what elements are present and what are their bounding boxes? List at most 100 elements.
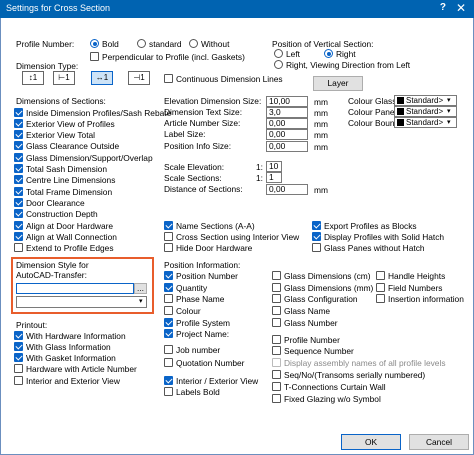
article-number-size-input[interactable]: 0,00 — [266, 118, 308, 129]
handle-heights-checkbox[interactable] — [376, 271, 385, 280]
dim-checkbox-glass-dimension[interactable] — [14, 153, 23, 162]
pos-quotation-checkbox[interactable] — [164, 358, 173, 367]
dim-checkbox-align-door[interactable] — [14, 221, 23, 230]
vertical-right-radio[interactable] — [324, 49, 333, 58]
pos-labels-bold-checkbox[interactable] — [164, 387, 173, 396]
vertical-left-label: Left — [286, 49, 300, 59]
colour-glass-value: Standard> — [406, 96, 444, 105]
export-blocks-checkbox[interactable] — [312, 221, 321, 230]
dimension-type-right-button[interactable]: ⊣1 — [128, 71, 150, 85]
pos-colour-checkbox[interactable] — [164, 306, 173, 315]
colour-boundary-value: Standard> — [406, 118, 444, 127]
sequence-number-checkbox[interactable] — [272, 346, 281, 355]
name-sections-checkbox[interactable] — [164, 221, 173, 230]
dim-checkbox-total-frame[interactable] — [14, 187, 23, 196]
dimension-type-left-button[interactable]: ⊢1 — [53, 71, 75, 85]
colour-boundary-dropdown[interactable]: Standard> ▾ — [394, 117, 457, 128]
display-assembly-checkbox[interactable] — [272, 358, 281, 367]
seq-no-transoms-checkbox[interactable] — [272, 370, 281, 379]
dim-checkbox-centre-line[interactable] — [14, 175, 23, 184]
ok-button[interactable]: OK — [341, 434, 401, 450]
dim-label-extend-edges: Extend to Profile Edges — [26, 243, 114, 253]
pos-interior-exterior-checkbox[interactable] — [164, 376, 173, 385]
perpendicular-checkbox[interactable] — [90, 52, 99, 61]
article-number-size-label: Article Number Size: — [164, 118, 241, 128]
printout-gasket-checkbox[interactable] — [14, 353, 23, 362]
fixed-glazing-checkbox[interactable] — [272, 394, 281, 403]
glass-number-checkbox[interactable] — [272, 318, 281, 327]
dim-label-door-clearance: Door Clearance — [26, 198, 85, 208]
pos-profile-system-label: Profile System — [176, 318, 230, 328]
distance-of-sections-input[interactable]: 0,00 — [266, 184, 308, 195]
dim-checkbox-exterior-profiles[interactable] — [14, 119, 23, 128]
scale-elevation-input[interactable]: 10 — [266, 161, 282, 172]
printout-glass-checkbox[interactable] — [14, 342, 23, 351]
sequence-number-label: Sequence Number — [284, 346, 354, 356]
glass-config-checkbox[interactable] — [272, 294, 281, 303]
dimension-text-size-input[interactable]: 3,0 — [266, 107, 308, 118]
dim-checkbox-door-clearance[interactable] — [14, 198, 23, 207]
hide-door-hardware-checkbox[interactable] — [164, 243, 173, 252]
pos-profile-system-checkbox[interactable] — [164, 318, 173, 327]
colour-panel-dropdown[interactable]: Standard> ▾ — [394, 106, 457, 117]
printout-hardware-article-checkbox[interactable] — [14, 364, 23, 373]
colour-glass-dropdown[interactable]: Standard> ▾ — [394, 95, 457, 106]
vertical-left-radio[interactable] — [274, 49, 283, 58]
continuous-dimension-checkbox[interactable] — [164, 74, 173, 83]
label-size-input[interactable]: 0,00 — [266, 129, 308, 140]
dimension-style-input[interactable] — [16, 283, 134, 294]
cross-section-interior-checkbox[interactable] — [164, 232, 173, 241]
dim-label-align-wall: Align at Wall Connection — [26, 232, 117, 242]
dimension-style-dropdown[interactable]: ▾ — [16, 296, 147, 308]
dim-checkbox-construction-depth[interactable] — [14, 209, 23, 218]
dim-checkbox-extend-edges[interactable] — [14, 243, 23, 252]
glass-dim-cm-checkbox[interactable] — [272, 271, 281, 280]
printout-interior-exterior-label: Interior and Exterior View — [26, 376, 120, 386]
distance-of-sections-label: Distance of Sections: — [164, 184, 243, 194]
position-information-label: Position Information: — [164, 260, 241, 270]
dim-checkbox-exterior-total[interactable] — [14, 130, 23, 139]
solid-hatch-checkbox[interactable] — [312, 232, 321, 241]
dimension-type-vertical-button[interactable]: ↕1 — [22, 71, 44, 85]
chevron-down-icon: ▾ — [447, 97, 451, 104]
cancel-button[interactable]: Cancel — [409, 434, 469, 450]
pos-job-number-checkbox[interactable] — [164, 345, 173, 354]
glass-dim-mm-checkbox[interactable] — [272, 283, 281, 292]
glass-name-checkbox[interactable] — [272, 306, 281, 315]
handle-heights-label: Handle Heights — [388, 271, 446, 281]
solid-hatch-label: Display Profiles with Solid Hatch — [324, 232, 445, 242]
help-icon[interactable]: ? — [440, 2, 446, 13]
profile-number-bold-radio[interactable] — [90, 39, 99, 48]
dim-checkbox-align-wall[interactable] — [14, 232, 23, 241]
dim-checkbox-inside[interactable] — [14, 108, 23, 117]
pos-project-name-checkbox[interactable] — [164, 329, 173, 338]
vertical-right-viewing-radio[interactable] — [274, 60, 283, 69]
printout-interior-exterior-checkbox[interactable] — [14, 376, 23, 385]
layer-button[interactable]: Layer — [313, 76, 363, 91]
t-connections-label: T-Connections Curtain Wall — [284, 382, 386, 392]
position-info-size-input[interactable]: 0,00 — [266, 141, 308, 152]
insertion-info-checkbox[interactable] — [376, 294, 385, 303]
cross-section-interior-label: Cross Section using Interior View — [176, 232, 300, 242]
dimension-type-center-button[interactable]: ↔1 — [91, 71, 113, 85]
field-numbers-checkbox[interactable] — [376, 283, 385, 292]
printout-hardware-checkbox[interactable] — [14, 331, 23, 340]
scale-sections-label: Scale Sections: — [164, 173, 222, 183]
pos-phase-checkbox[interactable] — [164, 294, 173, 303]
glass-no-hatch-checkbox[interactable] — [312, 243, 321, 252]
close-icon[interactable]: ✕ — [456, 1, 466, 15]
profile-number-without-radio[interactable] — [189, 39, 198, 48]
dimension-style-browse-button[interactable]: ... — [134, 283, 147, 294]
pos-number-checkbox[interactable] — [164, 271, 173, 280]
vertical-right-viewing-label: Right, Viewing Direction from Left — [286, 60, 411, 70]
scale-sections-input[interactable]: 1 — [266, 172, 282, 183]
t-connections-checkbox[interactable] — [272, 382, 281, 391]
dim-checkbox-glass-clearance[interactable] — [14, 141, 23, 150]
vertical-section-label: Position of Vertical Section: — [272, 39, 374, 49]
pos-quantity-checkbox[interactable] — [164, 283, 173, 292]
dim-checkbox-total-sash[interactable] — [14, 164, 23, 173]
profile-number-standard-radio[interactable] — [137, 39, 146, 48]
elevation-dimension-size-input[interactable]: 10,00 — [266, 96, 308, 107]
profile-number-checkbox[interactable] — [272, 335, 281, 344]
chevron-down-icon: ▾ — [447, 108, 451, 115]
